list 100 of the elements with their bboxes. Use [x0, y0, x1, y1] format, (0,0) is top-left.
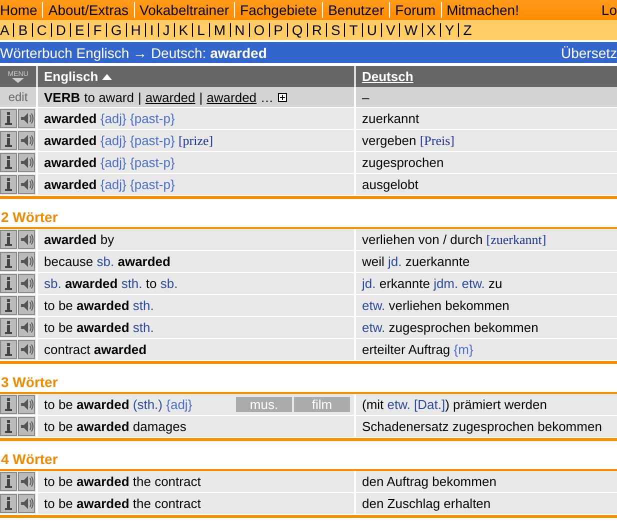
nav-link[interactable]: Forum	[389, 2, 441, 18]
info-icon[interactable]	[0, 472, 17, 491]
info-icon[interactable]	[0, 296, 17, 315]
letter-link[interactable]: W	[399, 23, 422, 37]
letter-link[interactable]: H	[126, 23, 145, 37]
letter-link[interactable]: B	[13, 23, 32, 37]
verb-form-link[interactable]: awarded	[145, 90, 196, 104]
letter-link[interactable]: U	[362, 23, 381, 37]
nav-link[interactable]: Fachgebiete	[234, 2, 322, 18]
subject-tag: film	[294, 397, 350, 412]
grammar-note: (sth.)	[132, 397, 164, 412]
grammar-note: {m}	[454, 342, 474, 357]
entry-text: to be	[44, 496, 74, 511]
info-icon[interactable]	[0, 153, 17, 172]
letter-link[interactable]: G	[106, 23, 126, 37]
letter-link[interactable]: Y	[440, 23, 458, 37]
grammar-note: [Preis]	[420, 132, 454, 148]
speaker-icon[interactable]	[18, 318, 35, 337]
letter-link[interactable]: P	[268, 23, 287, 37]
info-icon[interactable]	[0, 494, 17, 513]
letter-link[interactable]: R	[306, 23, 326, 37]
speaker-icon[interactable]	[18, 230, 35, 249]
entry-text: to	[144, 276, 158, 291]
speaker-icon[interactable]	[18, 252, 35, 271]
letter-link[interactable]: O	[248, 23, 269, 37]
nav-link[interactable]: Vokabeltrainer	[134, 2, 234, 18]
letter-link[interactable]: F	[88, 23, 106, 37]
info-icon[interactable]	[0, 175, 17, 194]
grammar-note: [zuerkannt]	[486, 232, 546, 248]
entry-text: den Auftrag bekommen	[362, 474, 496, 489]
speaker-icon[interactable]	[18, 175, 35, 194]
column-header[interactable]: Deutsch	[362, 69, 414, 84]
letter-link[interactable]: C	[32, 23, 51, 37]
letter-link[interactable]: V	[380, 23, 400, 37]
entry-text: vergeben	[362, 133, 418, 148]
grammar-note: sb.	[160, 276, 178, 291]
entry-text: erkannte	[378, 276, 431, 291]
nav-link[interactable]: Home	[0, 2, 42, 18]
info-icon[interactable]	[0, 340, 17, 359]
headword: awarded	[76, 496, 130, 511]
letter-link[interactable]: J	[158, 23, 174, 37]
info-icon[interactable]	[0, 274, 17, 293]
nav-link[interactable]: About/Extras	[42, 2, 134, 18]
letter-link[interactable]: L	[192, 23, 209, 37]
nav-link[interactable]: Mitmachen!	[440, 2, 524, 18]
entry-text: zu	[487, 276, 502, 291]
nav-link[interactable]: Lo	[596, 2, 617, 18]
letter-link[interactable]: N	[230, 23, 249, 37]
dictionary-title: Wörterbuch Englisch → Deutsch: awarded	[0, 44, 268, 60]
letter-link[interactable]: A	[0, 23, 14, 37]
headword: awarded	[44, 111, 98, 126]
letter-link[interactable]: S	[326, 23, 344, 37]
edit-link[interactable]: edit	[8, 90, 28, 104]
speaker-icon[interactable]	[18, 296, 35, 315]
letter-link[interactable]: M	[208, 23, 230, 37]
letter-link[interactable]: Q	[286, 23, 307, 37]
entry-text: to be	[44, 298, 74, 313]
speaker-icon[interactable]	[18, 472, 35, 491]
grammar-note: jd.	[362, 276, 376, 291]
verb-form-link[interactable]: awarded	[206, 90, 257, 104]
info-icon[interactable]	[0, 131, 17, 150]
headword: awarded	[76, 474, 130, 489]
headword: awarded	[76, 397, 130, 412]
info-icon[interactable]	[0, 230, 17, 249]
letter-link[interactable]: I	[144, 23, 158, 37]
separator: |	[138, 90, 142, 104]
speaker-icon[interactable]	[18, 109, 35, 128]
grammar-note: sb.	[44, 276, 62, 291]
letter-link[interactable]: X	[422, 23, 440, 37]
grammar-note: {adj}	[166, 397, 192, 412]
entry-text: because	[44, 254, 94, 269]
base-form: to award	[84, 90, 134, 104]
letter-link[interactable]: K	[174, 23, 192, 37]
entry-text: ausgelobt	[362, 177, 418, 192]
translate-link[interactable]: Übersetz	[560, 44, 617, 60]
speaker-icon[interactable]	[18, 395, 35, 414]
info-icon[interactable]	[0, 318, 17, 337]
speaker-icon[interactable]	[18, 131, 35, 150]
speaker-icon[interactable]	[18, 340, 35, 359]
letter-link[interactable]: E	[70, 23, 88, 37]
speaker-icon[interactable]	[18, 153, 35, 172]
speaker-icon[interactable]	[18, 274, 35, 293]
info-icon[interactable]	[0, 109, 17, 128]
info-icon[interactable]	[0, 417, 17, 436]
expand-icon[interactable]	[278, 92, 287, 102]
headword: awarded	[44, 232, 97, 247]
headword: awarded	[76, 320, 130, 335]
speaker-icon[interactable]	[18, 494, 35, 513]
entry-text: to be	[44, 474, 74, 489]
speaker-icon[interactable]	[18, 417, 35, 436]
nav-link[interactable]: Benutzer	[322, 2, 390, 18]
grammar-note: etw.	[362, 320, 386, 335]
info-icon[interactable]	[0, 252, 17, 271]
letter-link[interactable]: D	[50, 23, 70, 37]
letter-link[interactable]: Z	[458, 23, 476, 37]
entry-text: the contract	[132, 474, 201, 489]
column-header[interactable]: Englisch	[44, 69, 98, 84]
separator: |	[199, 90, 203, 104]
info-icon[interactable]	[0, 395, 17, 414]
letter-link[interactable]: T	[344, 23, 362, 37]
